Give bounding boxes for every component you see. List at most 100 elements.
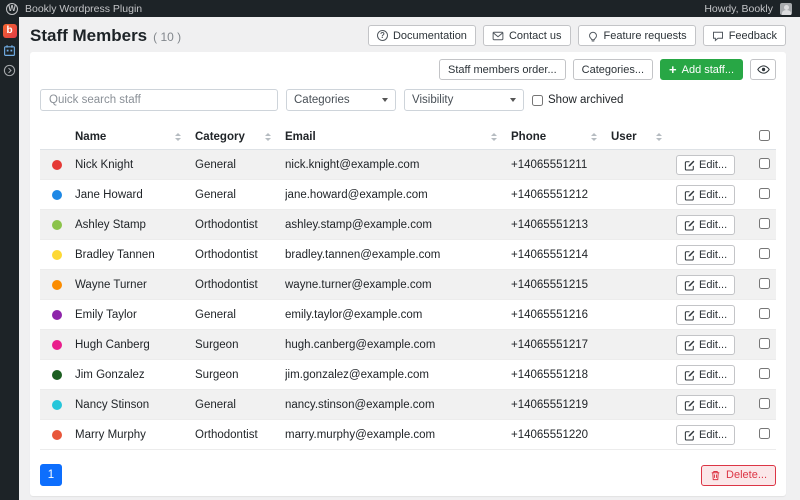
contact-us-button[interactable]: Contact us	[483, 25, 571, 46]
row-checkbox[interactable]	[759, 398, 770, 409]
edit-button[interactable]: Edit...	[676, 215, 735, 235]
staff-phone: +14065551214	[511, 249, 611, 261]
sort-icon	[656, 133, 662, 141]
table-body: Nick Knight General nick.knight@example.…	[40, 150, 776, 450]
feedback-button[interactable]: Feedback	[703, 25, 786, 46]
edit-button[interactable]: Edit...	[676, 245, 735, 265]
chevron-down-icon	[382, 98, 388, 102]
column-header-user[interactable]: User	[611, 131, 676, 143]
collapse-arrow-icon	[3, 64, 16, 77]
edit-button[interactable]: Edit...	[676, 335, 735, 355]
user-avatar[interactable]	[780, 3, 792, 15]
add-staff-button[interactable]: + Add staff...	[660, 59, 743, 80]
edit-button[interactable]: Edit...	[676, 365, 735, 385]
chevron-down-icon	[510, 98, 516, 102]
staff-name: Bradley Tannen	[75, 249, 195, 261]
table-row: Jane Howard General jane.howard@example.…	[40, 180, 776, 210]
staff-phone: +14065551213	[511, 219, 611, 231]
staff-card: Staff members order... Categories... + A…	[30, 52, 786, 496]
edit-icon	[684, 190, 695, 201]
edit-icon	[684, 340, 695, 351]
sidebar-collapse-button[interactable]	[2, 63, 17, 78]
admin-bar-left: W Bookly Wordpress Plugin	[6, 3, 142, 15]
plus-icon: +	[669, 63, 677, 76]
row-checkbox[interactable]	[759, 368, 770, 379]
edit-icon	[684, 220, 695, 231]
pagination-page-1[interactable]: 1	[40, 464, 62, 486]
row-checkbox[interactable]	[759, 278, 770, 289]
edit-label: Edit...	[699, 219, 727, 231]
staff-name: Ashley Stamp	[75, 219, 195, 231]
edit-icon	[684, 370, 695, 381]
select-all-checkbox[interactable]	[759, 130, 770, 141]
feedback-label: Feedback	[729, 30, 777, 42]
staff-category: Surgeon	[195, 369, 285, 381]
staff-phone: +14065551215	[511, 279, 611, 291]
search-input[interactable]	[40, 89, 278, 111]
row-checkbox[interactable]	[759, 248, 770, 259]
site-name-link[interactable]: Bookly Wordpress Plugin	[25, 3, 142, 15]
row-checkbox[interactable]	[759, 218, 770, 229]
staff-phone: +14065551220	[511, 429, 611, 441]
column-header-phone[interactable]: Phone	[511, 131, 611, 143]
categories-select[interactable]: Categories	[286, 89, 396, 111]
page-title: Staff Members	[30, 26, 147, 46]
delete-button[interactable]: Delete...	[701, 465, 776, 486]
edit-button[interactable]: Edit...	[676, 305, 735, 325]
column-header-category[interactable]: Category	[195, 131, 285, 143]
visibility-select[interactable]: Visibility	[404, 89, 524, 111]
feature-requests-button[interactable]: Feature requests	[578, 25, 696, 46]
show-archived-toggle[interactable]: Show archived	[532, 94, 623, 106]
edit-icon	[684, 250, 695, 261]
categories-button[interactable]: Categories...	[573, 59, 653, 80]
column-header-email[interactable]: Email	[285, 131, 511, 143]
row-checkbox[interactable]	[759, 428, 770, 439]
staff-email: jim.gonzalez@example.com	[285, 369, 511, 381]
eye-icon	[757, 63, 770, 76]
staff-color-dot	[52, 340, 62, 350]
staff-category: Orthodontist	[195, 279, 285, 291]
card-toolbar: Staff members order... Categories... + A…	[30, 52, 786, 80]
edit-button[interactable]: Edit...	[676, 275, 735, 295]
sidebar-item-bookly[interactable]: b	[2, 23, 17, 38]
sidebar-item-plugin[interactable]	[2, 43, 17, 58]
staff-phone: +14065551219	[511, 399, 611, 411]
row-checkbox[interactable]	[759, 158, 770, 169]
add-staff-label: Add staff...	[682, 64, 734, 76]
staff-color-dot	[52, 370, 62, 380]
edit-button[interactable]: Edit...	[676, 395, 735, 415]
edit-button[interactable]: Edit...	[676, 185, 735, 205]
table-row: Hugh Canberg Surgeon hugh.canberg@exampl…	[40, 330, 776, 360]
categories-select-value: Categories	[294, 94, 350, 106]
row-checkbox[interactable]	[759, 338, 770, 349]
staff-category: Orthodontist	[195, 219, 285, 231]
staff-color-dot	[52, 400, 62, 410]
edit-label: Edit...	[699, 339, 727, 351]
edit-label: Edit...	[699, 369, 727, 381]
edit-icon	[684, 400, 695, 411]
edit-icon	[684, 430, 695, 441]
edit-label: Edit...	[699, 279, 727, 291]
card-footer: 1 Delete...	[30, 452, 786, 496]
show-archived-label: Show archived	[548, 94, 623, 106]
edit-label: Edit...	[699, 159, 727, 171]
edit-label: Edit...	[699, 399, 727, 411]
chat-bubble-icon	[712, 30, 724, 42]
staff-order-button[interactable]: Staff members order...	[439, 59, 566, 80]
wordpress-logo-icon[interactable]: W	[6, 3, 18, 15]
edit-button[interactable]: Edit...	[676, 155, 735, 175]
staff-email: marry.murphy@example.com	[285, 429, 511, 441]
edit-label: Edit...	[699, 249, 727, 261]
documentation-button[interactable]: ? Documentation	[368, 25, 476, 46]
toggle-columns-button[interactable]	[750, 59, 776, 80]
row-checkbox[interactable]	[759, 188, 770, 199]
staff-name: Marry Murphy	[75, 429, 195, 441]
howdy-link[interactable]: Howdy, Bookly	[704, 3, 773, 15]
show-archived-checkbox[interactable]	[532, 95, 543, 106]
row-checkbox[interactable]	[759, 308, 770, 319]
table-row: Jim Gonzalez Surgeon jim.gonzalez@exampl…	[40, 360, 776, 390]
edit-button[interactable]: Edit...	[676, 425, 735, 445]
table-row: Ashley Stamp Orthodontist ashley.stamp@e…	[40, 210, 776, 240]
staff-category: General	[195, 159, 285, 171]
column-header-name[interactable]: Name	[75, 131, 195, 143]
